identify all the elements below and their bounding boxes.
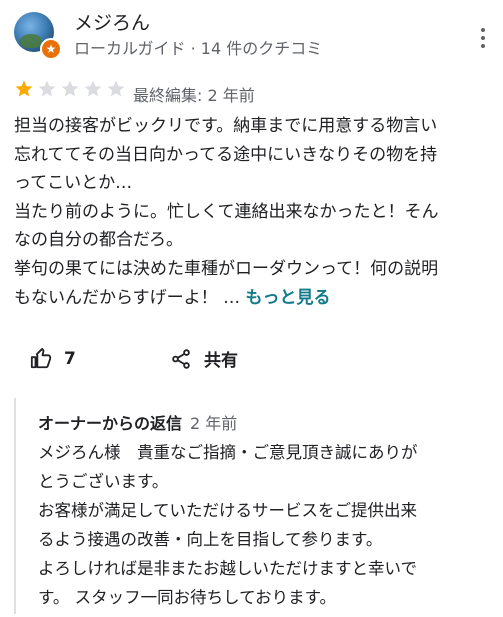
local-guide-badge-icon: ★ (40, 38, 62, 60)
owner-reply-title: オーナーからの返信 (38, 414, 183, 433)
more-vert-icon[interactable] (475, 26, 491, 50)
star-empty-icon (107, 80, 125, 97)
owner-reply-date: 2 年前 (190, 414, 238, 433)
review-line: なの自分の都合だろ。 (14, 230, 183, 251)
read-more-link[interactable]: もっと見る (245, 288, 330, 308)
reviewer-name[interactable]: メジろん (74, 8, 150, 35)
review-line: ってこいとか… (14, 173, 133, 194)
reply-line: よろしければ是非またお越しいただけますと幸いで (38, 559, 418, 578)
owner-reply-header: オーナーからの返信 2 年前 (38, 410, 237, 434)
reply-line: るよう接遇の改善・向上を目指して参ります。 (38, 530, 383, 549)
thumb-up-icon (30, 347, 52, 368)
reviewer-subtitle[interactable]: ローカルガイド · 14 件のクチコミ (74, 35, 322, 59)
reply-line: お客様が満足していただけるサービスをご提供出来 (38, 501, 418, 520)
review-line: もないんだからすげーよ！ … (14, 287, 241, 308)
like-count: 7 (64, 348, 76, 369)
review-line: 当たり前のように。忙しくて連絡出来なかったと！そん (14, 201, 439, 222)
star-rating (14, 79, 129, 99)
star-empty-icon (61, 80, 79, 97)
review-line: 担当の接客がビックリです。納車までに用意する物言い (14, 116, 438, 136)
share-icon (172, 348, 190, 369)
review-line: 挙句の果てには決めた車種がローダウンって！何の説明 (14, 258, 439, 279)
review-line: 忘れててその当日向かってる途中にいきなりその物を持 (14, 144, 438, 165)
share-label: 共有 (204, 351, 238, 371)
review-text: 担当の接客がビックリです。納車までに用意する物言い 忘れててその当日向かってる途… (14, 112, 494, 312)
avatar-image (20, 34, 42, 48)
edited-date: 最終編集: 2 年前 (133, 86, 255, 105)
owner-reply: オーナーからの返信 2 年前 メジろん様 貴重なご指摘・ご意見頂き誠にありが とう… (14, 398, 496, 614)
review-line-last: もないんだからすげーよ！ … もっと見る (14, 284, 494, 313)
reply-line: メジろん様 貴重なご指摘・ご意見頂き誠にありが (38, 443, 418, 462)
share-button[interactable]: 共有 (170, 346, 238, 371)
like-button[interactable]: 7 (30, 347, 170, 370)
reply-line: す。 スタッフ一同お待ちしております。 (38, 588, 336, 607)
star-filled-icon (15, 80, 33, 97)
star-empty-icon (38, 80, 56, 97)
reply-line: とうございます。 (38, 472, 169, 491)
star-empty-icon (84, 80, 102, 97)
owner-reply-text: メジろん様 貴重なご指摘・ご意見頂き誠にありが とうございます。 お客様が満足し… (38, 438, 488, 612)
review-actions: 7 共有 (30, 346, 238, 371)
